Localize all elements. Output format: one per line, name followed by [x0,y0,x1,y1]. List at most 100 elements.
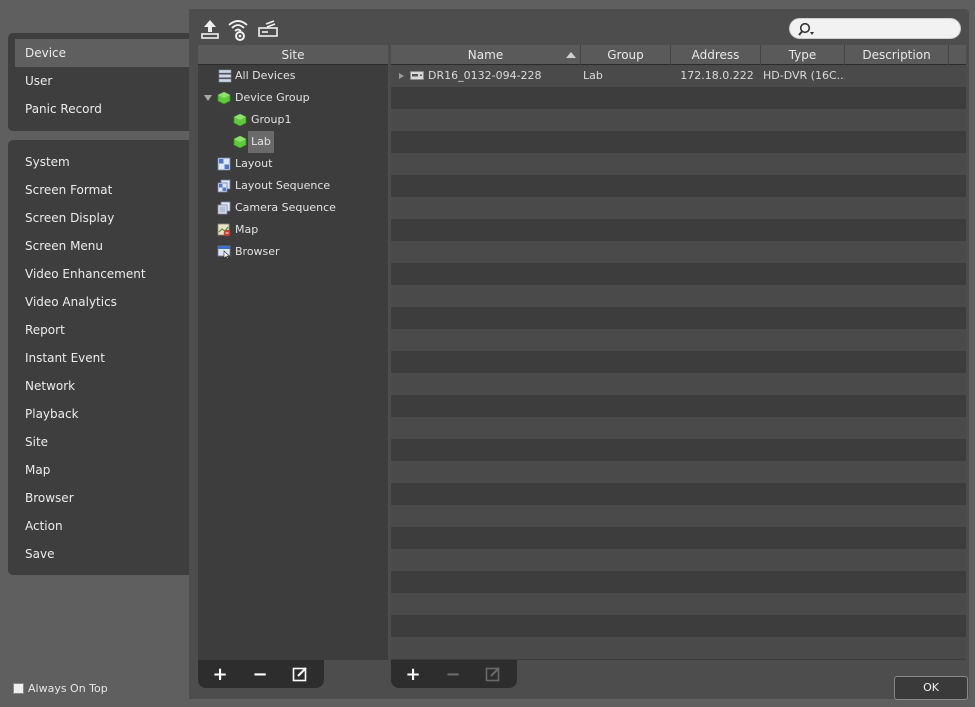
menu-item-instant-event[interactable]: Instant Event [8,344,190,372]
tree-label-map: Map [235,223,259,236]
browser-icon [217,245,231,259]
empty-table-row [391,153,966,175]
menu-item-screen-display[interactable]: Screen Display [8,204,190,232]
empty-table-row [391,285,966,307]
tree-item-map[interactable]: Map [198,219,388,241]
empty-table-row [391,351,966,373]
menu-item-video-enhancement[interactable]: Video Enhancement [8,260,190,288]
menu-item-site[interactable]: Site [8,428,190,456]
sort-ascending-icon [566,52,576,58]
empty-table-row [391,615,966,637]
empty-table-row [391,329,966,351]
empty-table-row [391,505,966,527]
always-on-top-checkbox[interactable]: Always On Top [13,682,108,695]
checkbox-box[interactable] [13,683,24,694]
tree-label-camera-sequence: Camera Sequence [235,201,336,214]
column-header-spacer [949,45,966,65]
tree-item-device-group[interactable]: Device Group [198,87,388,109]
menu-item-screen-menu[interactable]: Screen Menu [8,232,190,260]
tree-item-layout[interactable]: Layout [198,153,388,175]
tree-label-device-group: Device Group [235,91,310,104]
device-table: Name Group Address Type Description DR16… [391,45,966,660]
empty-table-row [391,395,966,417]
tree-item-layout-sequence[interactable]: Layout Sequence [198,175,388,197]
tree-label-group1: Group1 [251,113,292,126]
empty-table-row [391,241,966,263]
remove-device-button[interactable]: − [433,663,473,685]
map-icon [217,223,231,237]
empty-table-row [391,483,966,505]
device-button-bar: + − [391,660,517,688]
cell-type: HD-DVR (16C... [763,69,845,82]
cell-group: Lab [583,69,603,82]
empty-table-row [391,461,966,483]
main-panel: Site All Devices Device Group Group1 Lab… [189,9,969,699]
edit-site-button[interactable] [280,663,320,685]
menu-item-panic-record[interactable]: Panic Record [8,95,190,123]
empty-table-row [391,571,966,593]
tree-item-all-devices[interactable]: All Devices [198,65,388,87]
site-button-bar: + − [198,660,324,688]
ok-button[interactable]: OK [894,676,968,700]
camera-sequence-icon [217,201,231,215]
layout-sequence-icon [217,179,231,193]
tree-label-all-devices: All Devices [235,69,296,82]
empty-table-row [391,175,966,197]
site-tree-panel: Site All Devices Device Group Group1 Lab… [198,45,388,660]
device-scan-icon[interactable] [256,17,280,41]
device-name: DR16_0132-094-228 [428,69,542,82]
tree-item-camera-sequence[interactable]: Camera Sequence [198,197,388,219]
menu-item-report[interactable]: Report [8,316,190,344]
add-site-button[interactable]: + [200,663,240,685]
add-device-button[interactable]: + [393,663,433,685]
menu-item-device[interactable]: Device [15,39,190,67]
menu-item-system[interactable]: System [8,148,190,176]
search-input[interactable] [818,21,954,36]
tree-item-browser[interactable]: Browser [198,241,388,263]
device-list-icon [218,69,232,83]
table-header: Name Group Address Type Description [391,45,966,65]
empty-table-row [391,131,966,153]
group-cube-icon [233,135,247,149]
tree-item-lab[interactable]: Lab [198,131,388,153]
menu-item-playback[interactable]: Playback [8,400,190,428]
always-on-top-label: Always On Top [28,682,108,695]
column-header-description[interactable]: Description [845,45,949,65]
column-header-type[interactable]: Type [761,45,845,65]
expand-arrow-icon[interactable] [204,95,212,101]
empty-table-row [391,593,966,615]
tree-label-lab: Lab [248,131,274,153]
empty-rows [391,87,966,659]
group-cube-icon [217,91,231,105]
menu-item-user[interactable]: User [8,67,190,95]
empty-table-row [391,417,966,439]
empty-table-row [391,263,966,285]
empty-table-row [391,549,966,571]
empty-table-row [391,637,966,659]
search-box [789,18,961,39]
dvr-device-icon [410,71,424,80]
menu-item-network[interactable]: Network [8,372,190,400]
upload-icon[interactable] [198,17,222,41]
remove-site-button[interactable]: − [240,663,280,685]
menu-item-screen-format[interactable]: Screen Format [8,176,190,204]
table-row[interactable]: DR16_0132-094-228 Lab 172.18.0.222 HD-DV… [391,65,966,87]
menu-item-video-analytics[interactable]: Video Analytics [8,288,190,316]
column-header-name[interactable]: Name [391,45,581,65]
wireless-settings-icon[interactable] [226,17,250,41]
empty-table-row [391,197,966,219]
empty-table-row [391,307,966,329]
empty-table-row [391,219,966,241]
tree-item-group1[interactable]: Group1 [198,109,388,131]
column-header-group[interactable]: Group [581,45,671,65]
menu-item-map[interactable]: Map [8,456,190,484]
empty-table-row [391,527,966,549]
search-icon[interactable] [798,22,816,37]
cell-address: 172.18.0.222 [680,69,754,82]
menu-item-action[interactable]: Action [8,512,190,540]
expand-arrow-icon[interactable] [399,73,404,79]
menu-item-browser[interactable]: Browser [8,484,190,512]
column-header-address[interactable]: Address [671,45,761,65]
menu-item-save[interactable]: Save [8,540,190,568]
edit-device-button[interactable] [473,663,513,685]
